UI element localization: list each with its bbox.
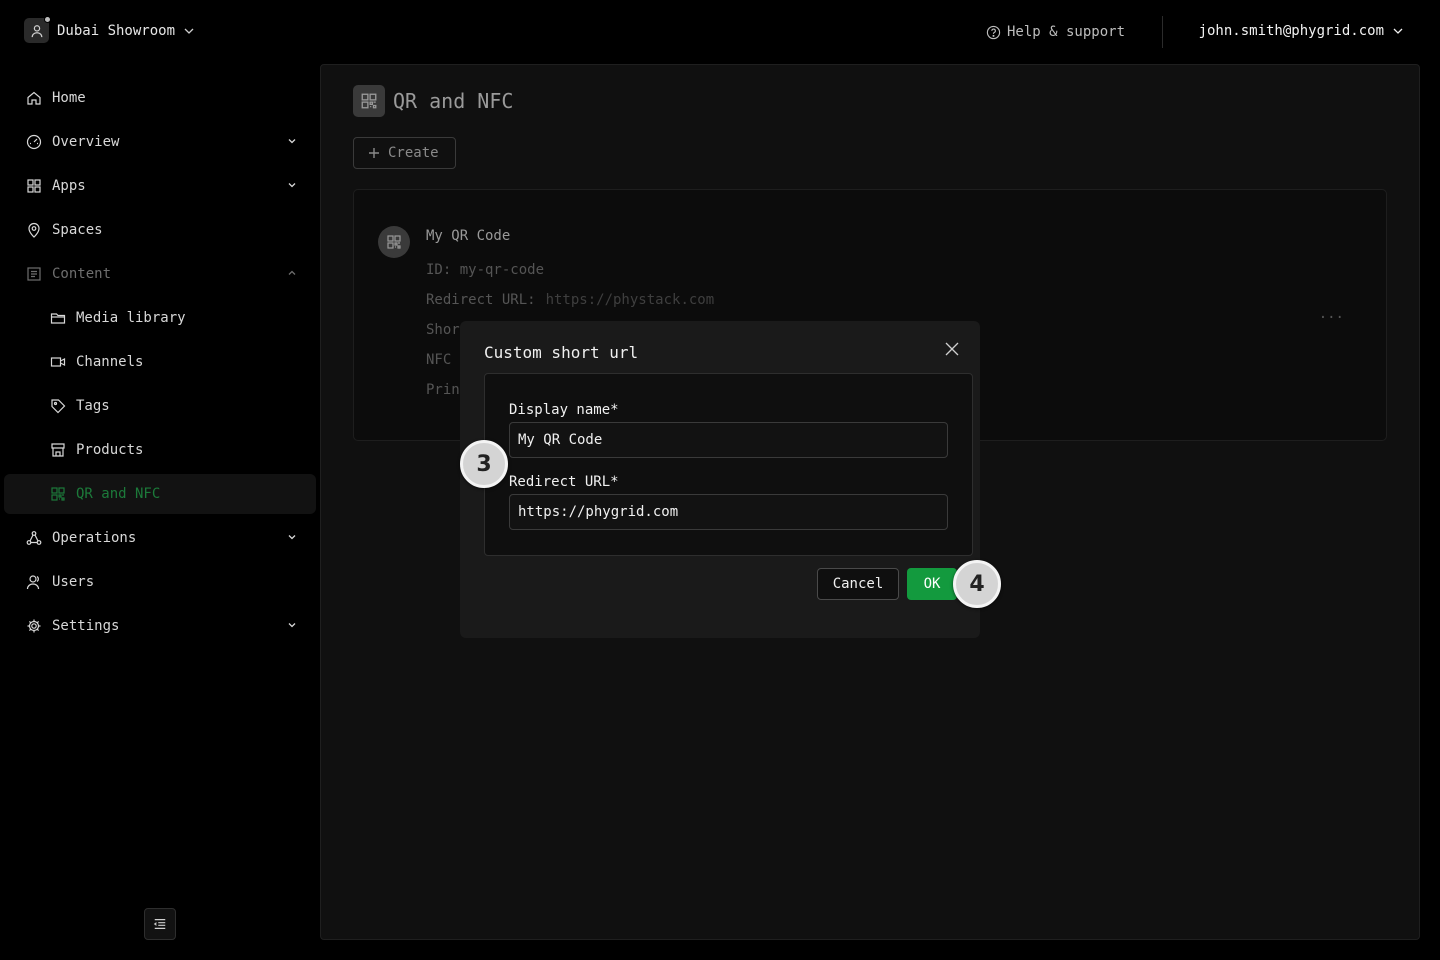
dialog-title: Custom short url xyxy=(484,343,639,362)
org-name: Dubai Showroom xyxy=(57,22,176,39)
chevron-down-icon xyxy=(286,619,298,631)
gear-icon xyxy=(26,618,42,634)
chevron-down-icon xyxy=(286,531,298,543)
sidebar-item-users[interactable]: Users xyxy=(4,562,316,602)
print-label: Prin xyxy=(426,382,460,398)
redirect-url-input[interactable] xyxy=(509,494,948,530)
users-icon xyxy=(26,574,42,590)
sidebar-item-label: QR and NFC xyxy=(76,486,161,502)
sidebar-item-spaces[interactable]: Spaces xyxy=(4,210,316,250)
create-label: Create xyxy=(388,145,439,161)
sidebar-item-label: Apps xyxy=(52,178,86,194)
collapse-sidebar-button[interactable] xyxy=(144,908,176,940)
display-name-label: Display name* xyxy=(509,402,619,418)
home-icon xyxy=(26,90,42,106)
org-avatar-icon xyxy=(24,16,51,43)
sidebar-item-label: Products xyxy=(76,442,144,458)
sidebar-item-tags[interactable]: Tags xyxy=(4,386,316,426)
sidebar-item-channels[interactable]: Channels xyxy=(4,342,316,382)
store-icon xyxy=(50,442,66,458)
apps-grid-icon xyxy=(26,178,42,194)
chevron-down-icon xyxy=(286,179,298,191)
chevron-down-icon xyxy=(1392,25,1404,37)
sidebar-item-home[interactable]: Home xyxy=(4,78,316,118)
user-email: john.smith@phygrid.com xyxy=(1198,23,1384,39)
content-icon xyxy=(26,266,42,282)
sidebar-item-apps[interactable]: Apps xyxy=(4,166,316,206)
status-dot xyxy=(44,16,51,23)
topbar-divider xyxy=(1162,16,1163,48)
gauge-icon xyxy=(26,134,42,150)
sidebar-item-label: Media library xyxy=(76,310,186,326)
help-circle-icon xyxy=(986,25,1001,40)
qr-icon xyxy=(50,486,66,502)
custom-short-url-dialog: Custom short url Display name* Redirect … xyxy=(460,321,980,638)
help-support-link[interactable]: Help & support xyxy=(986,24,1125,40)
sidebar-item-operations[interactable]: Operations xyxy=(4,518,316,558)
page-header: QR and NFC xyxy=(353,85,513,117)
qr-icon xyxy=(353,85,385,117)
nfc-label: NFC xyxy=(426,352,452,368)
map-pin-icon xyxy=(26,222,42,238)
create-button[interactable]: Create xyxy=(353,137,456,169)
dialog-form: Display name* Redirect URL* xyxy=(484,373,973,556)
sidebar-item-label: Tags xyxy=(76,398,110,414)
chevron-up-icon xyxy=(286,267,298,279)
menu-collapse-icon xyxy=(153,917,167,931)
sidebar-item-content[interactable]: Content xyxy=(4,254,316,294)
video-icon xyxy=(50,354,66,370)
chevron-down-icon xyxy=(183,25,195,37)
sidebar-item-products[interactable]: Products xyxy=(4,430,316,470)
sidebar-nav: Home Overview Apps Spaces Content Media … xyxy=(4,78,316,650)
sidebar-item-label: Users xyxy=(52,574,95,590)
network-icon xyxy=(26,530,42,546)
sidebar-item-label: Home xyxy=(52,90,86,106)
sidebar-item-qr-and-nfc[interactable]: QR and NFC xyxy=(4,474,316,514)
sidebar-item-label: Channels xyxy=(76,354,144,370)
sidebar-item-media-library[interactable]: Media library xyxy=(4,298,316,338)
tag-icon xyxy=(50,398,66,414)
sidebar-item-label: Content xyxy=(52,266,112,282)
qr-code-id: ID: my-qr-code xyxy=(426,262,545,278)
sidebar-item-label: Spaces xyxy=(52,222,103,238)
chevron-down-icon xyxy=(286,135,298,147)
folder-icon xyxy=(50,310,66,326)
cancel-button[interactable]: Cancel xyxy=(817,568,899,600)
sidebar-item-label: Operations xyxy=(52,530,137,546)
org-switcher[interactable]: Dubai Showroom xyxy=(24,16,195,43)
step-3-badge: 3 xyxy=(460,440,508,488)
redirect-url-row: Redirect URL: https://phystack.com xyxy=(426,292,714,308)
plus-icon xyxy=(368,147,380,159)
close-icon[interactable] xyxy=(944,341,960,357)
user-menu[interactable]: john.smith@phygrid.com xyxy=(1199,23,1404,39)
qr-code-title: My QR Code xyxy=(426,228,511,244)
qr-icon xyxy=(378,226,410,258)
short-url-label: Shor xyxy=(426,322,460,338)
ok-button[interactable]: OK xyxy=(907,568,957,600)
sidebar-item-settings[interactable]: Settings xyxy=(4,606,316,646)
redirect-url-value[interactable]: https://phystack.com xyxy=(546,292,715,308)
help-label: Help & support xyxy=(1007,24,1126,40)
step-4-badge: 4 xyxy=(953,560,1001,608)
redirect-url-label: Redirect URL: xyxy=(426,292,536,308)
page-title: QR and NFC xyxy=(393,89,514,113)
redirect-url-label: Redirect URL* xyxy=(509,474,619,490)
sidebar-item-overview[interactable]: Overview xyxy=(4,122,316,162)
sidebar-item-label: Settings xyxy=(52,618,120,634)
sidebar-item-label: Overview xyxy=(52,134,120,150)
display-name-input[interactable] xyxy=(509,422,948,458)
more-options-button[interactable]: ... xyxy=(1319,306,1344,322)
